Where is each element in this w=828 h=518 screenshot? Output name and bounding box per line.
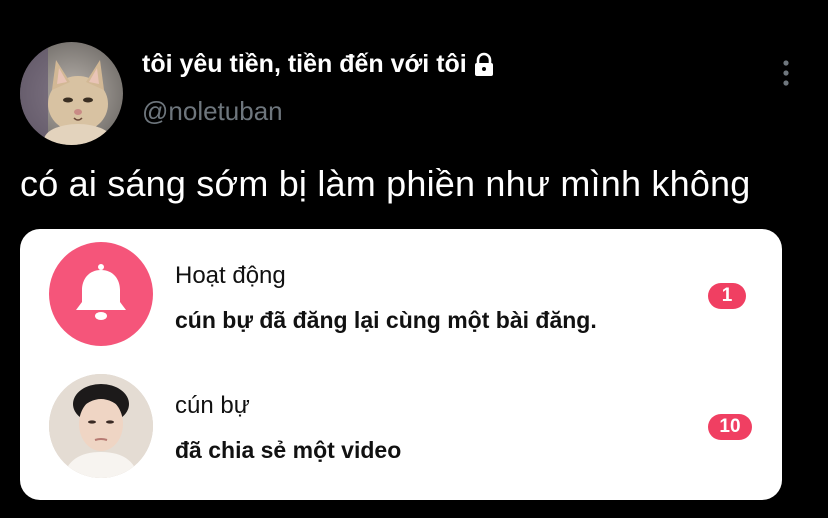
bell-icon [76,264,126,320]
lock-icon [474,52,493,76]
unread-count-badge: 10 [708,414,752,440]
notification-row[interactable]: cún bự đã chia sẻ một video 10 [20,369,782,489]
tweet-container: tôi yêu tiền, tiền đến với tôi @noletuba… [0,0,828,518]
more-vertical-icon [783,60,789,86]
display-name-text: tôi yêu tiền, tiền đến với tôi [142,50,467,78]
notification-title: Hoạt động [175,262,286,289]
more-options-button[interactable] [776,58,796,88]
profile-avatar[interactable] [20,42,123,145]
user-handle[interactable]: @noletuban [142,96,283,127]
display-name[interactable]: tôi yêu tiền, tiền đến với tôi [142,50,497,79]
notification-row[interactable]: Hoạt động cún bự đã đăng lại cùng một bà… [20,239,782,359]
notification-card[interactable]: Hoạt động cún bự đã đăng lại cùng một bà… [20,229,782,500]
notification-title: cún bự [175,392,250,419]
tweet-text: có ai sáng sớm bị làm phiền như mình khô… [20,163,751,204]
bell-icon-badge [49,242,153,346]
notification-subtitle: cún bự đã đăng lại cùng một bài đăng. [175,307,597,333]
user-avatar [49,374,153,478]
unread-count-badge: 1 [708,283,746,309]
notification-subtitle: đã chia sẻ một video [175,437,402,463]
